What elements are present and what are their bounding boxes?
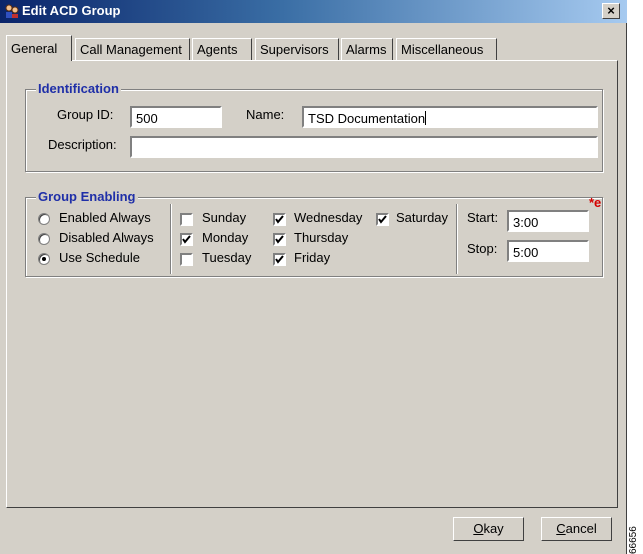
tab-label: Agents xyxy=(197,42,238,57)
okay-mnemonic: O xyxy=(473,521,484,536)
tab-call-management[interactable]: Call Management xyxy=(75,38,190,60)
checkbox-label: Tuesday xyxy=(202,250,252,265)
group-enabling-group: Group Enabling Enabled Always Disabled A… xyxy=(25,189,603,277)
radio-selected-dot xyxy=(42,257,46,261)
stop-label: Stop: xyxy=(467,241,498,256)
cancel-mnemonic: C xyxy=(556,521,566,536)
tab-agents[interactable]: Agents xyxy=(192,38,252,60)
tab-miscellaneous[interactable]: Miscellaneous xyxy=(396,38,497,60)
close-icon: × xyxy=(607,3,615,18)
text-caret xyxy=(425,111,427,125)
name-field[interactable]: TSD Documentation xyxy=(302,106,598,128)
checkbox-label: Wednesday xyxy=(294,210,363,225)
close-button[interactable]: × xyxy=(602,3,620,19)
stop-time-value: 5:00 xyxy=(513,245,539,260)
stop-time-field[interactable]: 5:00 xyxy=(507,240,589,262)
required-marker: *e xyxy=(589,195,602,210)
checkbox[interactable] xyxy=(180,233,193,246)
description-field[interactable] xyxy=(130,136,598,158)
checkbox[interactable] xyxy=(273,253,286,266)
checkbox[interactable] xyxy=(180,253,193,266)
separator xyxy=(170,204,172,274)
edit-acd-group-dialog: Edit ACD Group × General Call Management… xyxy=(0,0,627,554)
radio-label: Use Schedule xyxy=(59,250,140,265)
start-time-field[interactable]: 3:00 xyxy=(507,210,589,232)
acd-group-icon xyxy=(4,3,20,19)
description-label: Description: xyxy=(48,137,117,152)
radio-button[interactable] xyxy=(38,233,50,245)
tab-label: Alarms xyxy=(346,42,387,57)
checkbox[interactable] xyxy=(376,213,389,226)
group-id-label: Group ID: xyxy=(57,107,114,122)
identification-legend: Identification xyxy=(36,81,121,96)
cancel-button[interactable]: Cancel xyxy=(541,517,612,541)
radio-button[interactable] xyxy=(38,213,50,225)
button-bar: Okay Cancel xyxy=(0,510,627,554)
tab-label: Miscellaneous xyxy=(401,42,484,57)
checkbox-label: Friday xyxy=(294,250,331,265)
tab-alarms[interactable]: Alarms xyxy=(341,38,393,60)
cancel-label: ancel xyxy=(565,521,597,536)
start-label: Start: xyxy=(467,210,499,225)
tab-label: General xyxy=(11,41,58,56)
general-tab-panel: Identification Group ID: 500 Name: TSD D… xyxy=(6,60,618,508)
group-id-value: 500 xyxy=(136,111,158,126)
radio-button[interactable] xyxy=(38,253,50,265)
start-time-value: 3:00 xyxy=(513,215,539,230)
window-title: Edit ACD Group xyxy=(22,3,121,18)
group-enabling-legend: Group Enabling xyxy=(36,189,138,204)
figure-code: 66656 xyxy=(628,526,639,554)
radio-label: Enabled Always xyxy=(59,210,151,225)
checkbox[interactable] xyxy=(273,233,286,246)
tab-label: Supervisors xyxy=(260,42,329,57)
radio-label: Disabled Always xyxy=(59,230,154,245)
title-bar[interactable]: Edit ACD Group × xyxy=(0,0,627,23)
checkbox-label: Thursday xyxy=(294,230,349,245)
tab-supervisors[interactable]: Supervisors xyxy=(255,38,339,60)
checkbox-label: Monday xyxy=(202,230,249,245)
tab-label: Call Management xyxy=(80,42,182,57)
checkbox[interactable] xyxy=(273,213,286,226)
checkbox[interactable] xyxy=(180,213,193,226)
name-label: Name: xyxy=(246,107,285,122)
tab-general[interactable]: General xyxy=(6,35,72,61)
name-value: TSD Documentation xyxy=(308,111,426,126)
okay-label: kay xyxy=(483,521,504,536)
checkbox-label: Saturday xyxy=(396,210,449,225)
checkbox-label: Sunday xyxy=(202,210,247,225)
group-id-field[interactable]: 500 xyxy=(130,106,222,128)
separator xyxy=(456,204,458,274)
identification-group: Identification Group ID: 500 Name: TSD D… xyxy=(25,81,603,172)
okay-button[interactable]: Okay xyxy=(453,517,524,541)
